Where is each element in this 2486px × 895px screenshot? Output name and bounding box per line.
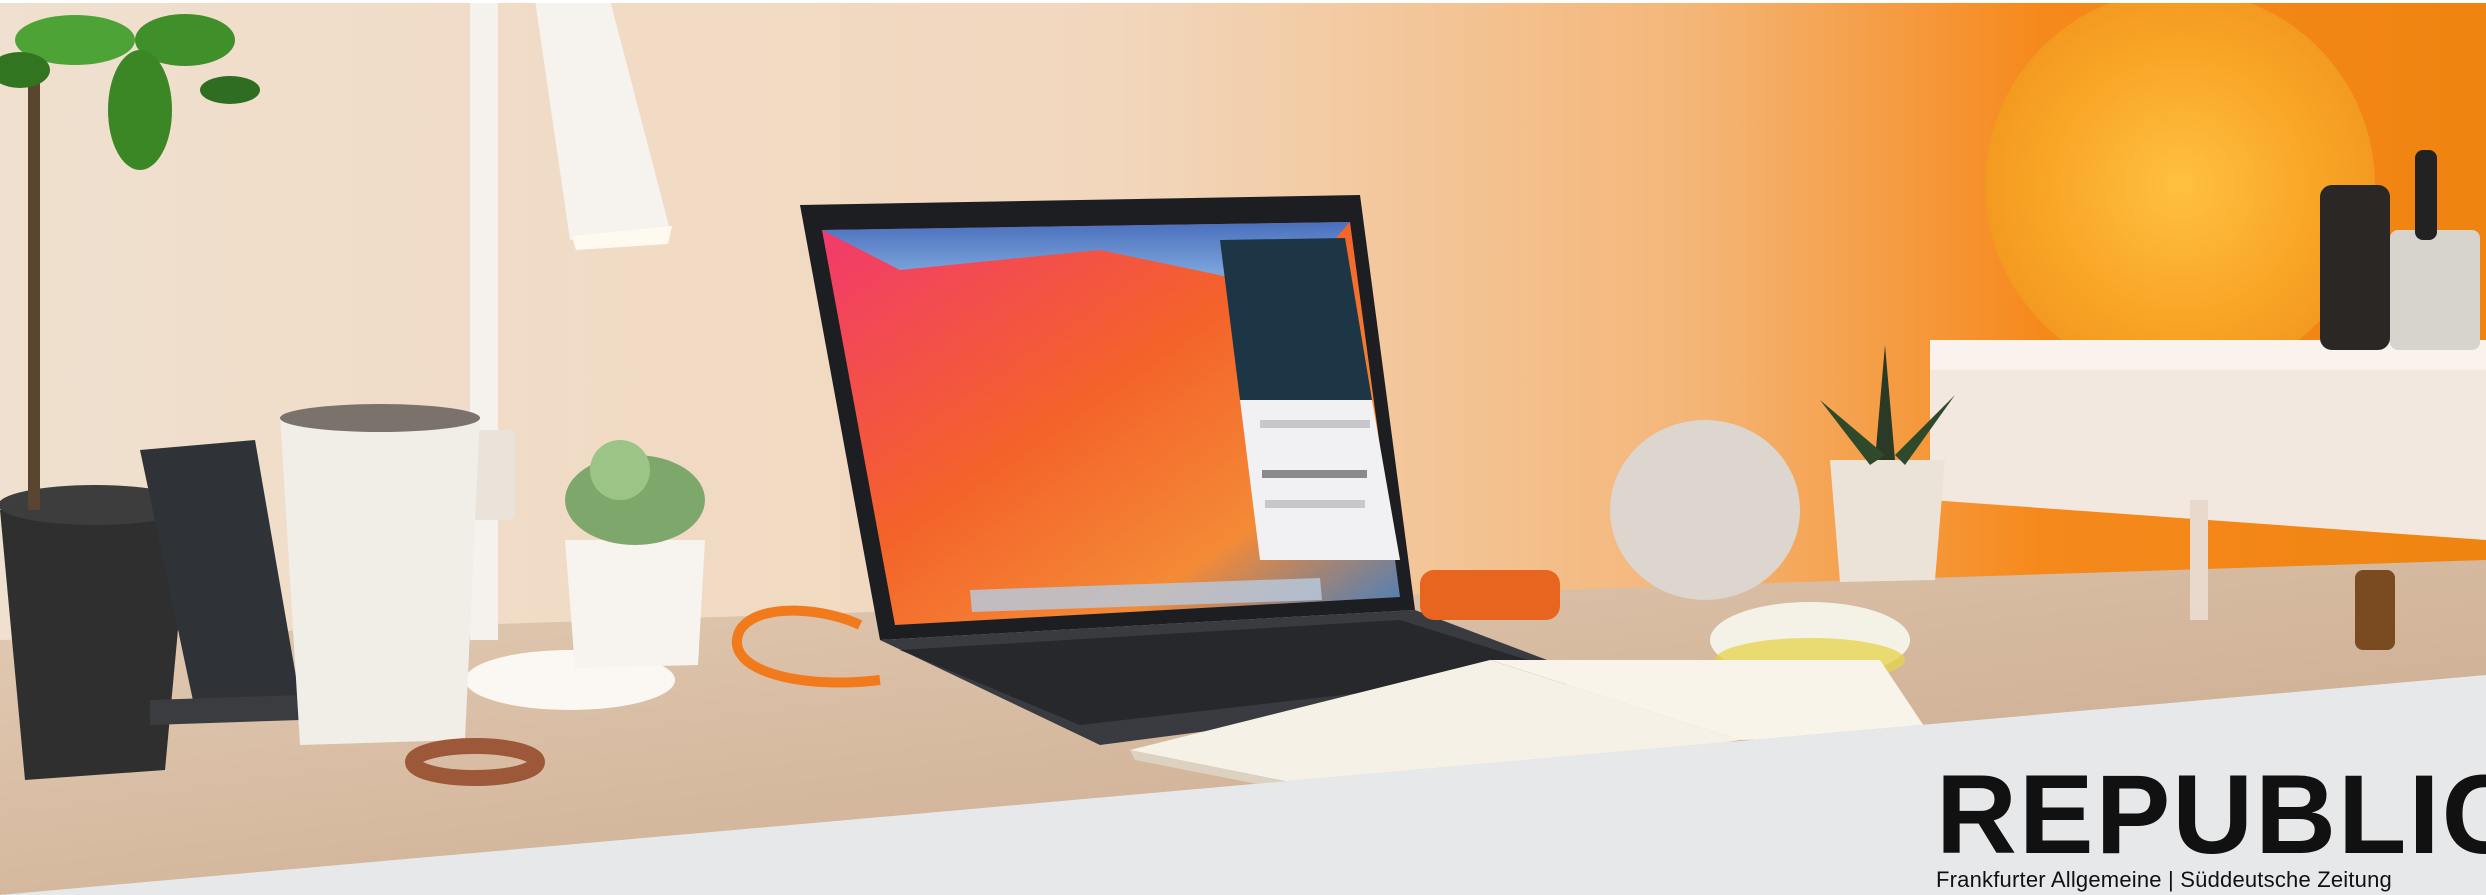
smart-speaker-icon xyxy=(1610,420,1800,600)
top-edge xyxy=(0,0,2486,3)
banner: REPUBLIC Frankfurter Allgemeine | Süddeu… xyxy=(0,0,2486,895)
moon-lamp-icon xyxy=(1985,0,2375,380)
cup-icon xyxy=(280,404,480,745)
brand-block: REPUBLIC Frankfurter Allgemeine | Süddeu… xyxy=(1936,752,2486,893)
succulent-icon xyxy=(565,440,705,668)
brand-logo: REPUBLIC xyxy=(1936,752,2486,877)
